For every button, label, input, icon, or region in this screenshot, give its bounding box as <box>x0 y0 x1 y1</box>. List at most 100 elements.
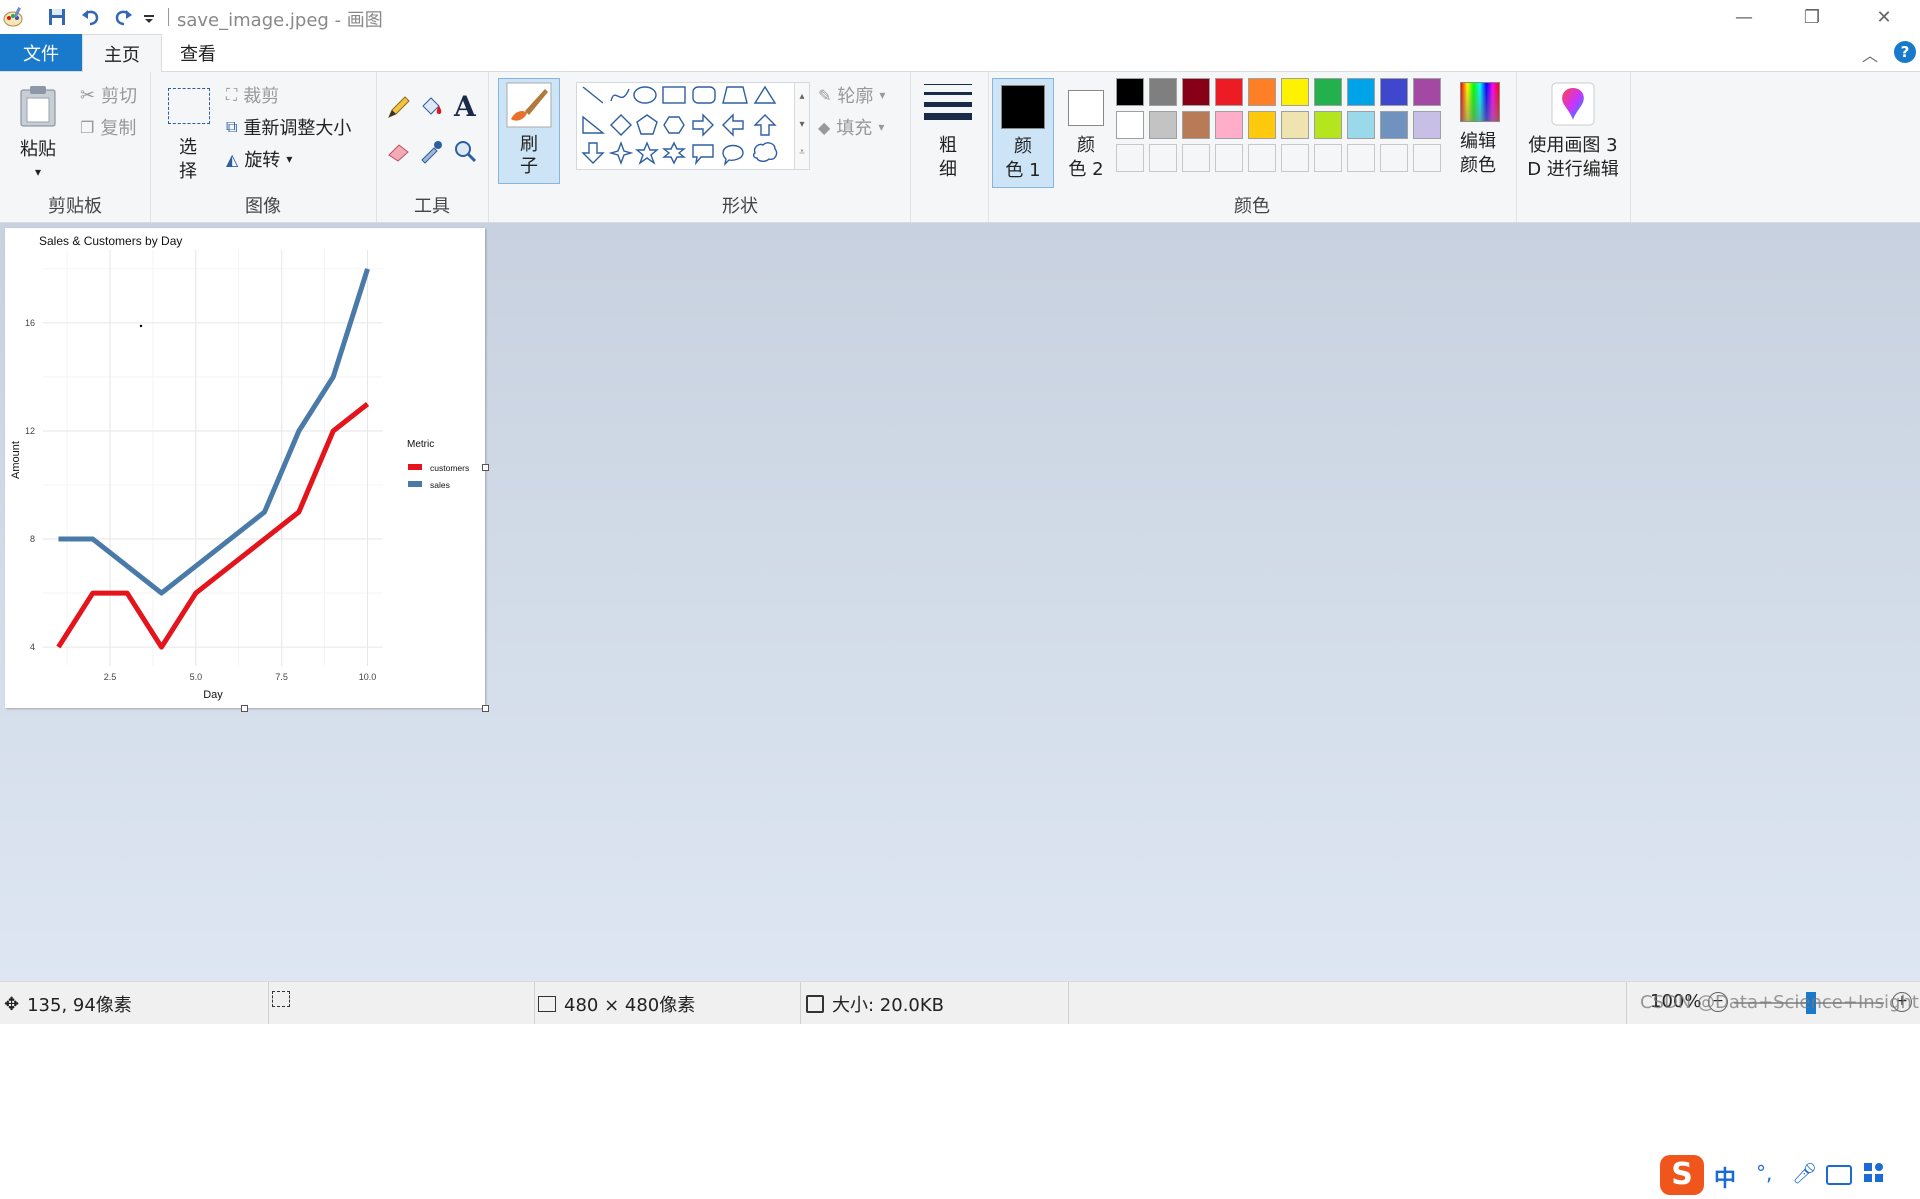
right-arrow-shape-icon[interactable] <box>692 113 714 137</box>
cloud-callout-shape-icon[interactable] <box>753 142 778 162</box>
pentagon-shape-icon[interactable] <box>636 114 658 135</box>
resize-handle-bottom[interactable] <box>241 705 248 712</box>
minimize-button[interactable]: — <box>1716 0 1772 34</box>
tab-view[interactable]: 查看 <box>164 34 232 71</box>
palette-swatch[interactable] <box>1116 111 1144 139</box>
palette-swatch[interactable] <box>1149 111 1177 139</box>
tab-home[interactable]: 主页 <box>82 34 162 73</box>
shapes-gallery-icons[interactable] <box>577 83 795 169</box>
paste-button[interactable]: 粘贴 ▾ <box>10 80 66 192</box>
up-arrow-shape-icon[interactable] <box>753 114 777 136</box>
ime-language-toggle[interactable]: 中 <box>1714 1161 1736 1193</box>
outline-button[interactable]: ✎ 轮廓 ▾ <box>818 82 885 108</box>
fill-bucket-icon[interactable] <box>418 94 444 120</box>
toolbox-icon[interactable] <box>1864 1163 1884 1183</box>
palette-swatch[interactable] <box>1182 78 1210 106</box>
drawing-canvas[interactable]: Sales & Customers by Day 2.5 5.0 7.5 10.0 4 8… <box>5 228 489 712</box>
brushes-button[interactable]: 刷 子 <box>498 78 560 184</box>
palette-custom-slot[interactable] <box>1149 144 1177 172</box>
restore-button[interactable]: ❐ <box>1784 0 1840 34</box>
shapes-gallery[interactable] <box>576 82 796 170</box>
five-point-star-shape-icon[interactable] <box>635 141 659 165</box>
palette-custom-slot[interactable] <box>1182 144 1210 172</box>
palette-swatch[interactable] <box>1215 78 1243 106</box>
color2-button[interactable]: 颜 色 2 <box>1058 78 1114 186</box>
palette-swatch[interactable] <box>1413 111 1441 139</box>
hexagon-shape-icon[interactable] <box>663 116 685 134</box>
close-button[interactable]: ✕ <box>1856 0 1912 34</box>
copy-button[interactable]: ❐ 复制 <box>80 114 136 140</box>
left-arrow-shape-icon[interactable] <box>722 113 744 137</box>
resize-handle-right[interactable] <box>482 464 489 471</box>
palette-swatch[interactable] <box>1380 111 1408 139</box>
redo-icon[interactable] <box>112 6 134 28</box>
collapse-ribbon-icon[interactable]: ︿ <box>1862 42 1878 66</box>
cut-button[interactable]: ✂ 剪切 <box>80 82 137 108</box>
palette-swatch[interactable] <box>1182 111 1210 139</box>
scroll-down-icon[interactable]: ▾ <box>795 111 809 139</box>
palette-swatch[interactable] <box>1347 78 1375 106</box>
select-button[interactable]: 选 择 <box>164 86 212 196</box>
rectangle-shape-icon[interactable] <box>662 86 686 104</box>
palette-swatch[interactable] <box>1281 111 1309 139</box>
palette-custom-slot[interactable] <box>1281 144 1309 172</box>
down-arrow-shape-icon[interactable] <box>581 142 605 164</box>
palette-swatch[interactable] <box>1380 78 1408 106</box>
fill-button[interactable]: ◆ 填充 ▾ <box>818 114 884 140</box>
palette-swatch[interactable] <box>1413 78 1441 106</box>
palette-custom-slot[interactable] <box>1248 144 1276 172</box>
diamond-shape-icon[interactable] <box>610 114 632 136</box>
undo-icon[interactable] <box>80 6 102 28</box>
gallery-more-icon[interactable]: ⩡ <box>795 139 809 167</box>
palette-custom-slot[interactable] <box>1215 144 1243 172</box>
keyboard-icon[interactable] <box>1826 1165 1852 1185</box>
size-button[interactable]: 粗 细 <box>920 82 976 194</box>
resize-handle-corner[interactable] <box>482 705 489 712</box>
text-tool-icon[interactable]: A <box>454 90 476 123</box>
palette-swatch[interactable] <box>1248 111 1276 139</box>
palette-custom-slot[interactable] <box>1116 144 1144 172</box>
edit-with-paint3d-button[interactable]: 使用画图 3 D 进行编辑 <box>1516 82 1630 194</box>
polygon-shape-icon[interactable] <box>722 86 748 104</box>
edit-colors-button[interactable]: 编辑 颜色 <box>1450 80 1506 188</box>
curve-shape-icon[interactable] <box>610 88 630 102</box>
color1-button[interactable]: 颜 色 1 <box>992 78 1054 188</box>
line-shape-icon[interactable] <box>582 86 604 104</box>
palette-swatch[interactable] <box>1149 78 1177 106</box>
magnifier-icon[interactable] <box>452 138 478 164</box>
tab-file[interactable]: 文件 <box>0 34 82 71</box>
scroll-up-icon[interactable]: ▴ <box>795 83 809 111</box>
rect-callout-shape-icon[interactable] <box>692 144 714 166</box>
oval-callout-shape-icon[interactable] <box>722 144 744 167</box>
shapes-scrollbar[interactable]: ▴ ▾ ⩡ <box>794 82 810 170</box>
pencil-icon[interactable] <box>386 94 412 120</box>
triangle-shape-icon[interactable] <box>753 85 777 104</box>
palette-swatch[interactable] <box>1347 111 1375 139</box>
microphone-icon[interactable]: 🎤︎ <box>1792 1161 1817 1185</box>
palette-swatch[interactable] <box>1281 78 1309 106</box>
save-icon[interactable] <box>46 6 68 28</box>
paint-app-icon[interactable] <box>2 6 24 28</box>
palette-custom-slot[interactable] <box>1380 144 1408 172</box>
four-point-star-shape-icon[interactable] <box>608 141 634 165</box>
rotate-button[interactable]: ◭ 旋转 ▾ <box>226 146 292 172</box>
palette-swatch[interactable] <box>1215 111 1243 139</box>
quick-access-dropdown-icon[interactable] <box>142 6 156 28</box>
ime-punctuation-toggle[interactable]: °, <box>1756 1161 1772 1185</box>
palette-custom-slot[interactable] <box>1413 144 1441 172</box>
rounded-rectangle-shape-icon[interactable] <box>692 86 716 104</box>
sogou-logo-icon[interactable]: S <box>1660 1155 1704 1195</box>
palette-swatch[interactable] <box>1248 78 1276 106</box>
help-icon[interactable]: ? <box>1894 41 1916 63</box>
eraser-icon[interactable] <box>386 138 412 164</box>
color-picker-icon[interactable] <box>418 138 444 164</box>
six-point-star-shape-icon[interactable] <box>662 141 686 165</box>
palette-swatch[interactable] <box>1314 111 1342 139</box>
crop-button[interactable]: ⛶ 裁剪 <box>226 82 279 108</box>
right-triangle-shape-icon[interactable] <box>582 115 605 134</box>
palette-swatch[interactable] <box>1116 78 1144 106</box>
oval-shape-icon[interactable] <box>633 86 657 104</box>
resize-button[interactable]: ⧉ 重新调整大小 <box>226 114 351 140</box>
palette-custom-slot[interactable] <box>1347 144 1375 172</box>
palette-swatch[interactable] <box>1314 78 1342 106</box>
